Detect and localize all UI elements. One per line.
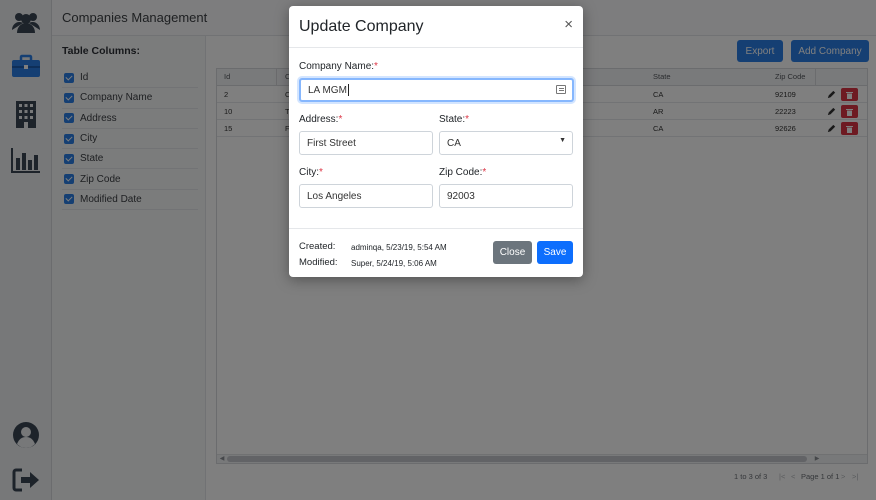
zip-code-label: Zip Code:* — [439, 167, 487, 178]
company-name-value: LA MGM — [308, 84, 347, 96]
save-button[interactable]: Save — [537, 241, 573, 264]
dialog-title: Update Company — [299, 18, 424, 35]
city-label: City:* — [299, 167, 323, 178]
close-button[interactable]: Close — [493, 241, 532, 264]
modified-value: Super, 5/24/19, 5:06 AM — [351, 259, 437, 268]
update-company-dialog: Update Company × Company Name:* LA MGM A… — [289, 6, 583, 277]
dialog-header: Update Company × — [289, 6, 583, 48]
address-input[interactable]: First Street — [299, 131, 433, 155]
modified-label: Modified: — [299, 257, 338, 268]
caret-down-icon: ▼ — [559, 137, 566, 144]
city-input[interactable]: Los Angeles — [299, 184, 433, 208]
autofill-contact-icon[interactable] — [556, 85, 566, 94]
address-label: Address:* — [299, 114, 343, 125]
dialog-footer: Created: adminqa, 5/23/19, 5:54 AM Modif… — [289, 228, 583, 277]
text-caret — [347, 84, 349, 96]
company-name-input[interactable]: LA MGM — [299, 78, 574, 102]
company-name-label: Company Name:* — [299, 61, 378, 72]
created-value: adminqa, 5/23/19, 5:54 AM — [351, 243, 447, 252]
created-label: Created: — [299, 241, 336, 252]
state-label: State:* — [439, 114, 470, 125]
close-icon[interactable]: × — [564, 17, 573, 32]
zip-code-input[interactable]: 92003 — [439, 184, 573, 208]
state-select[interactable]: CA ▼ — [439, 131, 573, 155]
